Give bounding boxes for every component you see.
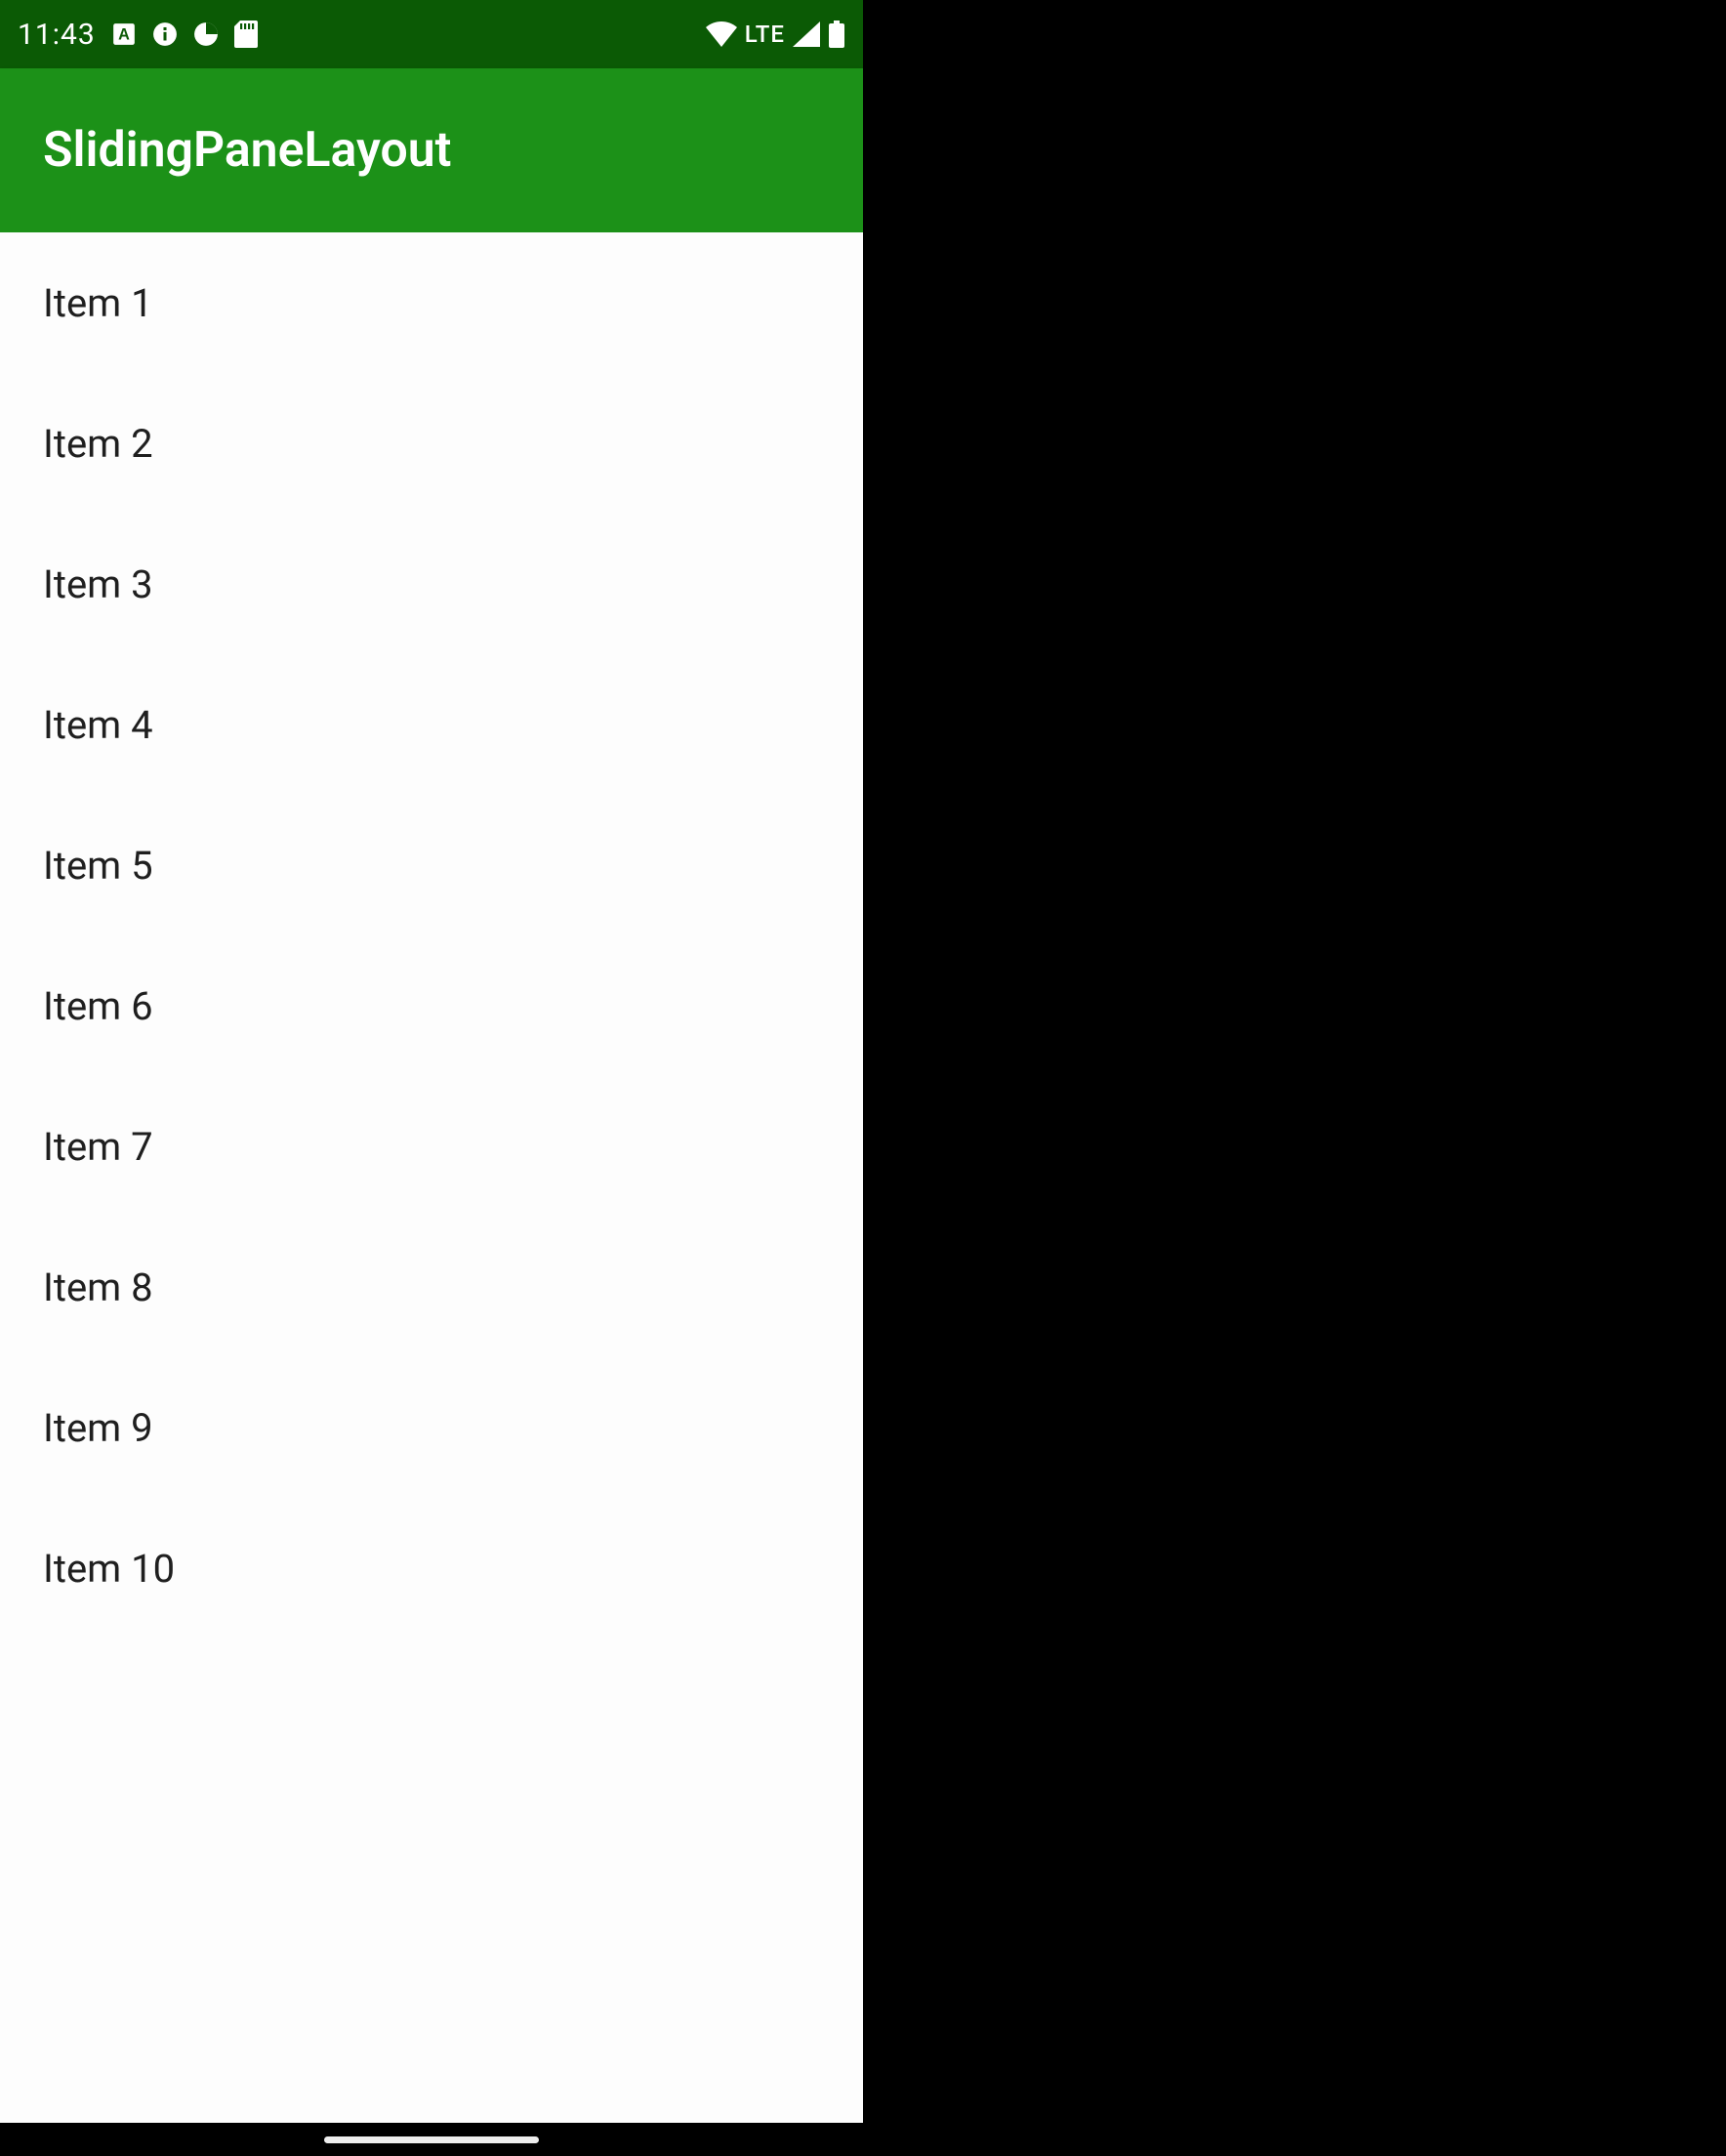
list-item[interactable]: Item 2 — [0, 373, 863, 514]
list-item[interactable]: Item 4 — [0, 654, 863, 795]
app-bar: SlidingPaneLayout — [0, 68, 863, 232]
list-item[interactable]: Item 5 — [0, 795, 863, 935]
status-left-tray: 11:43 A — [18, 18, 258, 52]
list-item-label: Item 5 — [43, 843, 153, 889]
sd-card-icon — [234, 21, 258, 48]
network-label: LTE — [745, 21, 785, 48]
list-item-label: Item 8 — [43, 1265, 153, 1310]
gesture-nav-bar[interactable] — [0, 2123, 863, 2156]
list-item-label: Item 6 — [43, 983, 153, 1029]
list-item[interactable]: Item 6 — [0, 935, 863, 1076]
info-icon — [152, 21, 178, 47]
screen-canvas: 11:43 A LTE — [0, 0, 1726, 2156]
status-bar: 11:43 A LTE — [0, 0, 863, 68]
svg-text:A: A — [118, 25, 130, 43]
list-item-label: Item 10 — [43, 1546, 175, 1592]
left-pane: 11:43 A LTE — [0, 0, 863, 2123]
keyboard-a-icon: A — [111, 21, 137, 47]
page-title: SlidingPaneLayout — [43, 122, 451, 179]
list-item-label: Item 1 — [43, 280, 153, 326]
list-item-label: Item 4 — [43, 702, 153, 748]
list-item[interactable]: Item 3 — [0, 514, 863, 654]
list-item[interactable]: Item 1 — [0, 232, 863, 373]
status-right-tray: LTE — [706, 21, 845, 48]
wifi-icon — [706, 21, 737, 47]
battery-icon — [828, 21, 845, 48]
cell-signal-icon — [793, 21, 820, 47]
list-item-label: Item 7 — [43, 1124, 153, 1170]
list-item[interactable]: Item 9 — [0, 1357, 863, 1498]
list-item[interactable]: Item 8 — [0, 1217, 863, 1357]
list-item-label: Item 9 — [43, 1405, 153, 1451]
list-item-label: Item 3 — [43, 561, 153, 607]
item-list[interactable]: Item 1 Item 2 Item 3 Item 4 Item 5 Item 6 Item… — [0, 232, 863, 2123]
status-clock: 11:43 — [18, 18, 96, 52]
pie-p-icon — [193, 21, 219, 47]
list-item[interactable]: Item 10 — [0, 1498, 863, 1638]
gesture-handle[interactable] — [324, 2136, 539, 2143]
list-item-label: Item 2 — [43, 421, 153, 467]
list-item[interactable]: Item 7 — [0, 1076, 863, 1217]
